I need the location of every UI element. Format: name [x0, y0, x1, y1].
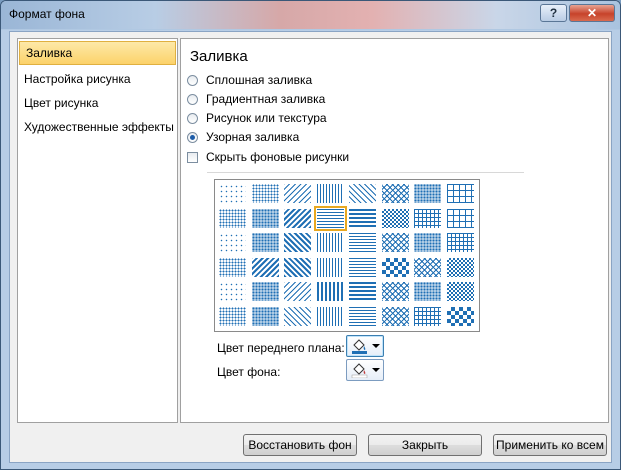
pattern-swatch[interactable]: [414, 184, 441, 203]
chevron-down-icon: [372, 368, 380, 372]
pattern-swatch[interactable]: [414, 257, 441, 277]
pattern-swatch[interactable]: [219, 184, 246, 203]
checkbox-label: Скрыть фоновые рисунки: [206, 150, 350, 164]
radio-indicator: [187, 131, 198, 143]
chevron-down-icon: [372, 344, 380, 348]
apply-to-all-button[interactable]: Применить ко всем: [493, 434, 607, 456]
pattern-swatch[interactable]: [316, 282, 344, 301]
pattern-swatch[interactable]: [349, 257, 376, 277]
background-color-label: Цвет фона:: [217, 365, 281, 379]
pattern-swatch[interactable]: [381, 208, 409, 228]
pattern-swatch[interactable]: [219, 208, 246, 228]
pattern-swatch[interactable]: [381, 184, 409, 203]
pattern-swatch[interactable]: [251, 233, 279, 252]
radio-label: Узорная заливка: [206, 130, 300, 144]
paint-bucket-icon: [352, 338, 367, 354]
pattern-swatch[interactable]: [446, 306, 474, 326]
radio-label: Сплошная заливка: [206, 73, 313, 87]
pattern-swatch[interactable]: [349, 282, 376, 301]
pattern-swatch[interactable]: [446, 184, 474, 203]
checkbox-indicator: [187, 151, 198, 163]
pattern-swatch[interactable]: [251, 282, 279, 301]
pattern-swatch[interactable]: [284, 282, 311, 301]
pattern-fill-radio[interactable]: Узорная заливка: [187, 128, 299, 146]
pattern-swatch[interactable]: [349, 306, 376, 326]
reset-background-button[interactable]: Восстановить фон: [243, 434, 357, 456]
radio-label: Градиентная заливка: [206, 92, 326, 106]
pattern-swatch[interactable]: [446, 233, 474, 252]
pattern-swatch[interactable]: [219, 233, 246, 252]
foreground-color-label: Цвет переднего плана:: [217, 341, 345, 355]
pattern-swatch[interactable]: [381, 257, 409, 277]
help-button[interactable]: ?: [540, 4, 567, 22]
pattern-swatch[interactable]: [284, 257, 311, 277]
pattern-swatch[interactable]: [446, 257, 474, 277]
pattern-swatch[interactable]: [446, 208, 474, 228]
pattern-swatch[interactable]: [284, 184, 311, 203]
pattern-swatch[interactable]: [381, 233, 409, 252]
pattern-swatch[interactable]: [414, 208, 441, 228]
title-bar: Формат фона ? ✕: [1, 1, 620, 29]
paint-bucket-icon: [351, 362, 368, 378]
divider: [207, 172, 524, 173]
pattern-swatch[interactable]: [381, 282, 409, 301]
background-color-button[interactable]: [346, 359, 384, 381]
pattern-swatch[interactable]: [251, 184, 279, 203]
pattern-swatch[interactable]: [349, 208, 376, 228]
dialog-body: Заливка Настройка рисунка Цвет рисунка Х…: [9, 31, 612, 463]
pattern-swatch[interactable]: [316, 184, 344, 203]
pattern-swatch[interactable]: [414, 306, 441, 326]
nav-item-picture-corrections[interactable]: Настройка рисунка: [18, 67, 177, 91]
pattern-swatch[interactable]: [219, 282, 246, 301]
foreground-color-button[interactable]: [346, 335, 384, 357]
hide-background-checkbox[interactable]: Скрыть фоновые рисунки: [187, 148, 349, 166]
solid-fill-radio[interactable]: Сплошная заливка: [187, 71, 312, 89]
nav-item-artistic-effects[interactable]: Художественные эффекты: [18, 115, 177, 139]
radio-indicator: [187, 93, 198, 105]
close-button[interactable]: Закрыть: [368, 434, 482, 456]
fill-panel: Заливка Сплошная заливка Градиентная зал…: [180, 38, 609, 423]
pattern-swatch[interactable]: [349, 233, 376, 252]
radio-indicator: [187, 112, 198, 124]
pattern-swatch[interactable]: [316, 257, 344, 277]
radio-indicator: [187, 74, 198, 86]
pattern-swatch[interactable]: [251, 208, 279, 228]
pattern-swatch[interactable]: [251, 306, 279, 326]
close-window-button[interactable]: ✕: [569, 4, 615, 22]
category-list: Заливка Настройка рисунка Цвет рисунка Х…: [17, 38, 178, 423]
nav-item-picture-color[interactable]: Цвет рисунка: [18, 91, 177, 115]
pattern-swatch[interactable]: [219, 257, 246, 277]
pattern-swatch[interactable]: [414, 282, 441, 301]
pattern-swatch[interactable]: [316, 306, 344, 326]
pattern-gallery: [214, 179, 480, 332]
pattern-swatch[interactable]: [284, 233, 311, 252]
pattern-swatch[interactable]: [349, 184, 376, 203]
gradient-fill-radio[interactable]: Градиентная заливка: [187, 90, 325, 108]
radio-label: Рисунок или текстура: [206, 111, 327, 125]
pattern-swatch[interactable]: [284, 306, 311, 326]
nav-item-fill[interactable]: Заливка: [19, 41, 176, 65]
format-background-dialog: Формат фона ? ✕ Заливка Настройка рисунк…: [0, 0, 621, 470]
panel-title: Заливка: [190, 48, 248, 65]
pattern-swatch[interactable]: [251, 257, 279, 277]
window-title: Формат фона: [9, 7, 85, 21]
pattern-swatch[interactable]: [316, 233, 344, 252]
picture-fill-radio[interactable]: Рисунок или текстура: [187, 109, 327, 127]
pattern-swatch[interactable]: [313, 205, 347, 231]
pattern-swatch[interactable]: [414, 233, 441, 252]
pattern-swatch[interactable]: [446, 282, 474, 301]
pattern-swatch[interactable]: [284, 208, 311, 228]
pattern-swatch[interactable]: [219, 306, 246, 326]
pattern-swatch[interactable]: [381, 306, 409, 326]
